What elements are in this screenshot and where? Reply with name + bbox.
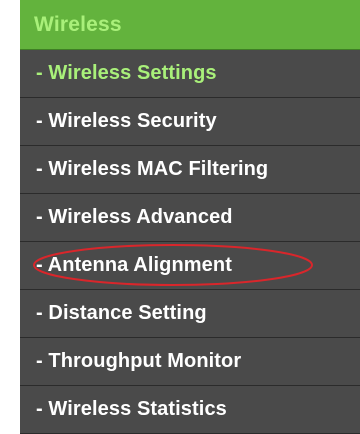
menu-item-distance-setting[interactable]: - Distance Setting <box>20 290 360 338</box>
menu-item-wireless-security[interactable]: - Wireless Security <box>20 98 360 146</box>
menu-item-label: - Distance Setting <box>36 302 207 324</box>
menu-item-label: - Wireless Advanced <box>36 206 233 228</box>
wireless-submenu-list: - Wireless Settings - Wireless Security … <box>20 50 360 434</box>
menu-item-wireless-mac-filtering[interactable]: - Wireless MAC Filtering <box>20 146 360 194</box>
menu-item-label: - Wireless Settings <box>36 62 217 84</box>
menu-header-wireless[interactable]: Wireless <box>20 0 360 50</box>
menu-item-wireless-statistics[interactable]: - Wireless Statistics <box>20 386 360 434</box>
menu-item-wireless-settings[interactable]: - Wireless Settings <box>20 50 360 98</box>
menu-item-label: - Antenna Alignment <box>36 254 232 276</box>
wireless-side-menu: Wireless - Wireless Settings - Wireless … <box>20 0 360 434</box>
menu-item-label: - Wireless MAC Filtering <box>36 158 269 180</box>
menu-item-label: - Throughput Monitor <box>36 350 242 372</box>
menu-item-label: - Wireless Security <box>36 110 217 132</box>
menu-item-throughput-monitor[interactable]: - Throughput Monitor <box>20 338 360 386</box>
menu-item-wireless-advanced[interactable]: - Wireless Advanced <box>20 194 360 242</box>
menu-item-label: - Wireless Statistics <box>36 398 227 420</box>
menu-item-antenna-alignment[interactable]: - Antenna Alignment <box>20 242 360 290</box>
